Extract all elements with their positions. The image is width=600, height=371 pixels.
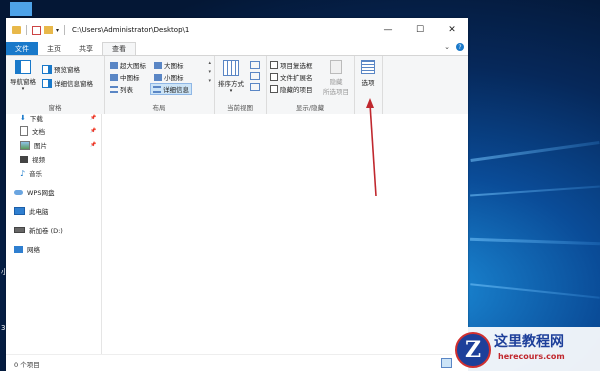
hide-selected-icon (330, 60, 342, 74)
add-columns-button[interactable] (250, 72, 260, 80)
item-count: 0 个项目 (14, 361, 40, 369)
nav-item-this-pc[interactable]: 此电脑 (14, 206, 49, 216)
nav-item-videos[interactable]: 视频 (20, 154, 45, 164)
details-pane-icon (42, 78, 52, 88)
layout-large-icons[interactable]: 大图标 (154, 60, 184, 70)
group-label-panes: 窗格 (48, 104, 62, 112)
sort-by-button[interactable]: 排序方式 ▾ (216, 60, 246, 94)
tab-view[interactable]: 查看 (102, 42, 136, 55)
sort-icon (223, 60, 239, 76)
options-button[interactable]: 选项 (356, 60, 380, 87)
watermark-title: 这里教程网 (494, 334, 564, 350)
tab-home[interactable]: 主页 (38, 42, 70, 55)
computer-icon (14, 207, 25, 215)
details-view-icon[interactable] (441, 358, 452, 368)
preview-pane-icon (42, 64, 52, 74)
medium-icons-icon (110, 73, 118, 81)
download-icon: ⬇ (20, 114, 26, 122)
picture-icon (20, 140, 30, 150)
new-folder-icon[interactable] (44, 26, 53, 34)
list-icon (110, 85, 118, 93)
file-explorer-window: ▾ C:\Users\Administrator\Desktop\1 — ☐ ✕… (6, 18, 468, 371)
file-list-area[interactable] (102, 114, 468, 355)
nav-item-wps-cloud[interactable]: WPS网盘 (14, 187, 54, 197)
details-icon (153, 85, 161, 93)
nav-item-pictures[interactable]: 图片 (20, 140, 47, 150)
pin-icon[interactable]: 📌 (90, 115, 96, 121)
window-title: C:\Users\Administrator\Desktop\1 (72, 26, 190, 34)
extra-large-icons-icon (110, 61, 118, 69)
layout-extra-large-icons[interactable]: 超大图标 (110, 60, 146, 70)
size-columns-button[interactable] (250, 83, 260, 91)
group-label-layout: 布局 (152, 104, 166, 112)
group-label-show-hide: 显示/隐藏 (295, 104, 325, 112)
drive-icon (14, 227, 25, 233)
layout-list[interactable]: 列表 (110, 84, 133, 94)
expand-ribbon-icon[interactable]: ⌄ (444, 43, 450, 51)
group-options: 选项 (354, 56, 383, 114)
music-icon: ♪ (20, 168, 26, 178)
maximize-button[interactable]: ☐ (404, 18, 436, 42)
minimize-button[interactable]: — (372, 18, 404, 42)
nav-item-drive-d[interactable]: 新加卷 (D:) (14, 225, 63, 235)
tab-file[interactable]: 文件 (6, 42, 38, 55)
dropdown-arrow-icon: ▾ (21, 86, 25, 92)
hidden-items-toggle[interactable]: 隐藏的项目 (270, 84, 313, 94)
quick-access-toolbar: ▾ (6, 25, 67, 35)
large-icons-icon (154, 61, 162, 69)
layout-details[interactable]: 详细信息 (150, 83, 192, 95)
document-icon (20, 126, 28, 136)
nav-item-music[interactable]: ♪ 音乐 (20, 168, 42, 179)
nav-item-network[interactable]: 网络 (14, 244, 40, 254)
layout-small-icons[interactable]: 小图标 (154, 72, 184, 82)
details-pane-button[interactable]: 详细信息窗格 (42, 78, 93, 88)
hide-selected-button[interactable]: 隐藏 所选项目 (320, 60, 352, 96)
pin-icon[interactable]: 📌 (90, 142, 96, 148)
checkbox[interactable] (270, 73, 278, 81)
nav-pane-icon (15, 60, 31, 74)
group-panes: 导航窗格 ▾ 预览窗格 详细信息窗格 窗格 (6, 56, 105, 114)
desktop-icon-partial[interactable] (10, 2, 32, 16)
group-by-button[interactable] (250, 61, 260, 69)
ribbon: 导航窗格 ▾ 预览窗格 详细信息窗格 窗格 超大图标 大图标 中图标 小图标 列… (6, 55, 468, 115)
checkbox[interactable] (270, 61, 278, 69)
options-icon (361, 60, 375, 74)
nav-item-documents[interactable]: 文档 (20, 126, 45, 136)
video-icon (20, 155, 28, 163)
ribbon-tabs: 文件 主页 共享 查看 ⌄ ? (6, 42, 468, 55)
watermark-url: herecours.com (498, 352, 565, 361)
group-current-view: 排序方式 ▾ 当前视图 (214, 56, 267, 114)
status-bar: 0 个项目 (6, 354, 468, 371)
title-bar[interactable]: ▾ C:\Users\Administrator\Desktop\1 — ☐ ✕ (6, 18, 468, 42)
dropdown-arrow-icon: ▾ (229, 88, 233, 94)
layout-scroll[interactable]: ▴ ▾ ▾ (208, 59, 211, 86)
layout-medium-icons[interactable]: 中图标 (110, 72, 140, 82)
cloud-icon (14, 189, 23, 195)
folder-icon (12, 26, 21, 34)
small-icons-icon (154, 73, 162, 81)
pin-icon[interactable]: 📌 (90, 128, 96, 134)
group-label-current-view: 当前视图 (227, 104, 253, 112)
nav-pane-button[interactable]: 导航窗格 ▾ (9, 60, 37, 92)
tab-share[interactable]: 共享 (70, 42, 102, 55)
file-extensions-toggle[interactable]: 文件扩展名 (270, 72, 313, 82)
item-checkboxes-toggle[interactable]: 项目复选框 (270, 60, 313, 70)
navigation-pane: ⬇ 下载 📌 文档 📌 图片 📌 视频 ♪ 音乐 WPS网盘 此电脑 新加卷 (… (6, 114, 102, 354)
properties-icon[interactable] (32, 25, 41, 35)
nav-item-downloads[interactable]: ⬇ 下载 (20, 113, 43, 123)
customize-toolbar-icon[interactable]: ▾ (56, 27, 59, 34)
logo-icon: Z (455, 332, 491, 368)
preview-pane-button[interactable]: 预览窗格 (42, 64, 80, 74)
watermark-logo: Z 这里教程网 herecours.com (452, 327, 600, 371)
group-show-hide: 项目复选框 文件扩展名 隐藏的项目 隐藏 所选项目 显示/隐藏 (266, 56, 355, 114)
group-layout: 超大图标 大图标 中图标 小图标 列表 详细信息 ▴ ▾ ▾ 布局 (104, 56, 215, 114)
close-button[interactable]: ✕ (436, 18, 468, 42)
help-icon[interactable]: ? (456, 43, 464, 51)
checkbox[interactable] (270, 85, 278, 93)
network-icon (14, 245, 23, 253)
